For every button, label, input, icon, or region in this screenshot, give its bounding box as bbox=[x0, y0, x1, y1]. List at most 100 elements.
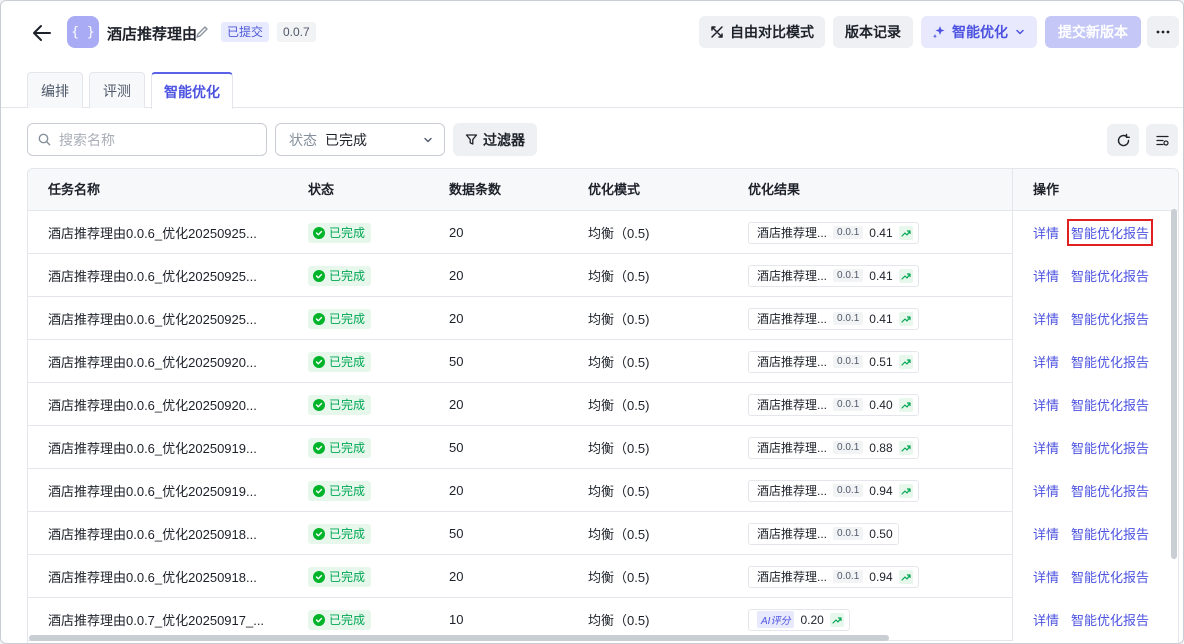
result-link[interactable]: AI评分 0.20 bbox=[748, 608, 850, 631]
smart-report-link[interactable]: 智能优化报告 bbox=[1071, 266, 1149, 285]
check-icon bbox=[315, 617, 323, 622]
task-name-cell: 酒店推荐理由0.0.6_优化20250925... bbox=[48, 211, 288, 254]
page-title: 酒店推荐理由 bbox=[107, 26, 198, 43]
data-count: 20 bbox=[449, 483, 464, 498]
smart-report-link[interactable]: 智能优化报告 bbox=[1071, 481, 1149, 500]
detail-link[interactable]: 详情 bbox=[1033, 567, 1059, 586]
result-cell: 酒店推荐理... 0.0.1 0.88 bbox=[748, 426, 919, 469]
version-history-button[interactable]: 版本记录 bbox=[833, 16, 913, 48]
check-circle-icon bbox=[313, 484, 325, 497]
table-row: 酒店推荐理由0.0.6_优化20250925... 已完成 20 均衡（0.5) 酒店推… bbox=[28, 254, 1178, 297]
status-badge: 已完成 bbox=[308, 523, 372, 544]
tab-evaluate[interactable]: 评测 bbox=[89, 72, 145, 108]
horizontal-scrollbar[interactable] bbox=[29, 635, 889, 641]
detail-link[interactable]: 详情 bbox=[1033, 395, 1059, 414]
result-link[interactable]: 酒店推荐理... 0.0.1 0.41 bbox=[748, 264, 919, 287]
status-badge: 已完成 bbox=[308, 222, 372, 243]
status-cell: 已完成 bbox=[308, 297, 372, 340]
result-version-chip: 0.0.1 bbox=[833, 355, 864, 368]
submit-version-button[interactable]: 提交新版本 bbox=[1045, 16, 1141, 48]
trend-up-icon bbox=[901, 444, 911, 452]
actions-cell: 详情 智能优化报告 bbox=[1012, 426, 1178, 469]
result-link[interactable]: 酒店推荐理... 0.0.1 0.94 bbox=[748, 479, 919, 502]
result-link[interactable]: 酒店推荐理... 0.0.1 0.88 bbox=[748, 436, 919, 459]
search-box[interactable] bbox=[27, 123, 267, 156]
table-header: 任务名称 状态 数据条数 优化模式 优化结果 操作 bbox=[28, 169, 1178, 211]
result-cell: 酒店推荐理... 0.0.1 0.41 bbox=[748, 211, 919, 254]
detail-link[interactable]: 详情 bbox=[1033, 524, 1059, 543]
result-link[interactable]: 酒店推荐理... 0.0.1 0.94 bbox=[748, 565, 919, 588]
trend-up-icon bbox=[901, 573, 911, 581]
app-window: { } 酒店推荐理由 已提交 0.0.7 自由对比模式 版本记录 智能优化 提交… bbox=[0, 0, 1184, 644]
status-select[interactable]: 状态 已完成 bbox=[275, 123, 445, 156]
app-icon: { } bbox=[67, 16, 99, 48]
status-text: 已完成 bbox=[329, 527, 366, 541]
column-settings-button[interactable] bbox=[1146, 124, 1178, 156]
compare-icon bbox=[711, 26, 723, 38]
task-name-cell: 酒店推荐理由0.0.6_优化20250918... bbox=[48, 555, 288, 598]
detail-link[interactable]: 详情 bbox=[1033, 352, 1059, 371]
smart-report-link[interactable]: 智能优化报告 bbox=[1067, 219, 1154, 246]
result-name: 酒店推荐理... bbox=[757, 355, 828, 369]
task-name-cell: 酒店推荐理由0.0.6_优化20250920... bbox=[48, 340, 288, 383]
smart-report-link[interactable]: 智能优化报告 bbox=[1071, 610, 1149, 629]
result-link[interactable]: 酒店推荐理... 0.0.1 0.50 bbox=[748, 522, 899, 545]
search-input[interactable] bbox=[59, 131, 249, 148]
column-settings-icon bbox=[1155, 135, 1169, 146]
detail-link[interactable]: 详情 bbox=[1033, 309, 1059, 328]
smart-optimize-button[interactable]: 智能优化 bbox=[921, 16, 1037, 48]
status-badge: 已提交 bbox=[221, 22, 270, 42]
status-text: 已完成 bbox=[329, 226, 366, 240]
check-icon bbox=[315, 402, 323, 407]
actions-cell: 详情 智能优化报告 bbox=[1012, 469, 1178, 512]
column-header-status: 状态 bbox=[308, 182, 335, 197]
vertical-scrollbar[interactable] bbox=[1171, 209, 1177, 559]
refresh-button[interactable] bbox=[1107, 124, 1139, 156]
version-badge: 0.0.7 bbox=[277, 22, 316, 42]
detail-link[interactable]: 详情 bbox=[1033, 223, 1059, 242]
pencil-icon[interactable] bbox=[195, 25, 209, 39]
result-link[interactable]: 酒店推荐理... 0.0.1 0.41 bbox=[748, 307, 919, 330]
arrow-left-icon bbox=[33, 25, 51, 41]
actions-cell: 详情 智能优化报告 bbox=[1012, 512, 1178, 555]
result-version-chip: 0.0.1 bbox=[833, 527, 864, 540]
result-link[interactable]: 酒店推荐理... 0.0.1 0.51 bbox=[748, 350, 919, 373]
result-cell: 酒店推荐理... 0.0.1 0.41 bbox=[748, 254, 919, 297]
task-name-cell: 酒店推荐理由0.0.6_优化20250920... bbox=[48, 383, 288, 426]
smart-report-link[interactable]: 智能优化报告 bbox=[1071, 309, 1149, 328]
detail-link[interactable]: 详情 bbox=[1033, 481, 1059, 500]
smart-report-link[interactable]: 智能优化报告 bbox=[1071, 524, 1149, 543]
table-row: 酒店推荐理由0.0.6_优化20250920... 已完成 50 均衡（0.5) 酒店推… bbox=[28, 340, 1178, 383]
detail-link[interactable]: 详情 bbox=[1033, 266, 1059, 285]
result-link[interactable]: 酒店推荐理... 0.0.1 0.40 bbox=[748, 393, 919, 416]
status-cell: 已完成 bbox=[308, 211, 372, 254]
detail-link[interactable]: 详情 bbox=[1033, 610, 1059, 629]
smart-report-link[interactable]: 智能优化报告 bbox=[1071, 395, 1149, 414]
tab-orchestrate[interactable]: 编排 bbox=[27, 72, 83, 108]
trend-up-icon bbox=[832, 616, 842, 624]
actions-cell: 详情 智能优化报告 bbox=[1012, 340, 1178, 383]
result-link[interactable]: 酒店推荐理... 0.0.1 0.41 bbox=[748, 221, 919, 244]
column-header-name: 任务名称 bbox=[48, 182, 101, 197]
actions-cell: 详情 智能优化报告 bbox=[1012, 211, 1178, 254]
optimize-mode: 均衡（0.5) bbox=[588, 355, 650, 370]
detail-link[interactable]: 详情 bbox=[1033, 438, 1059, 457]
compare-mode-button[interactable]: 自由对比模式 bbox=[699, 16, 825, 48]
smart-report-link[interactable]: 智能优化报告 bbox=[1071, 567, 1149, 586]
page-header: { } 酒店推荐理由 已提交 0.0.7 自由对比模式 版本记录 智能优化 提交… bbox=[1, 1, 1183, 65]
filter-button[interactable]: 过滤器 bbox=[453, 123, 537, 156]
tab-smart-optimize[interactable]: 智能优化 bbox=[151, 72, 233, 109]
column-header-count: 数据条数 bbox=[449, 182, 502, 197]
task-name-cell: 酒店推荐理由0.0.6_优化20250925... bbox=[48, 254, 288, 297]
actions-cell: 详情 智能优化报告 bbox=[1012, 598, 1178, 641]
smart-report-link[interactable]: 智能优化报告 bbox=[1071, 352, 1149, 371]
status-text: 已完成 bbox=[329, 269, 366, 283]
more-horizontal-icon bbox=[1156, 30, 1170, 34]
trend-up-icon bbox=[901, 358, 911, 366]
back-button[interactable] bbox=[29, 20, 55, 46]
status-badge: 已完成 bbox=[308, 480, 372, 501]
trend-up-indicator bbox=[898, 440, 913, 455]
more-button[interactable] bbox=[1147, 16, 1179, 48]
smart-report-link[interactable]: 智能优化报告 bbox=[1071, 438, 1149, 457]
result-cell: 酒店推荐理... 0.0.1 0.51 bbox=[748, 340, 919, 383]
